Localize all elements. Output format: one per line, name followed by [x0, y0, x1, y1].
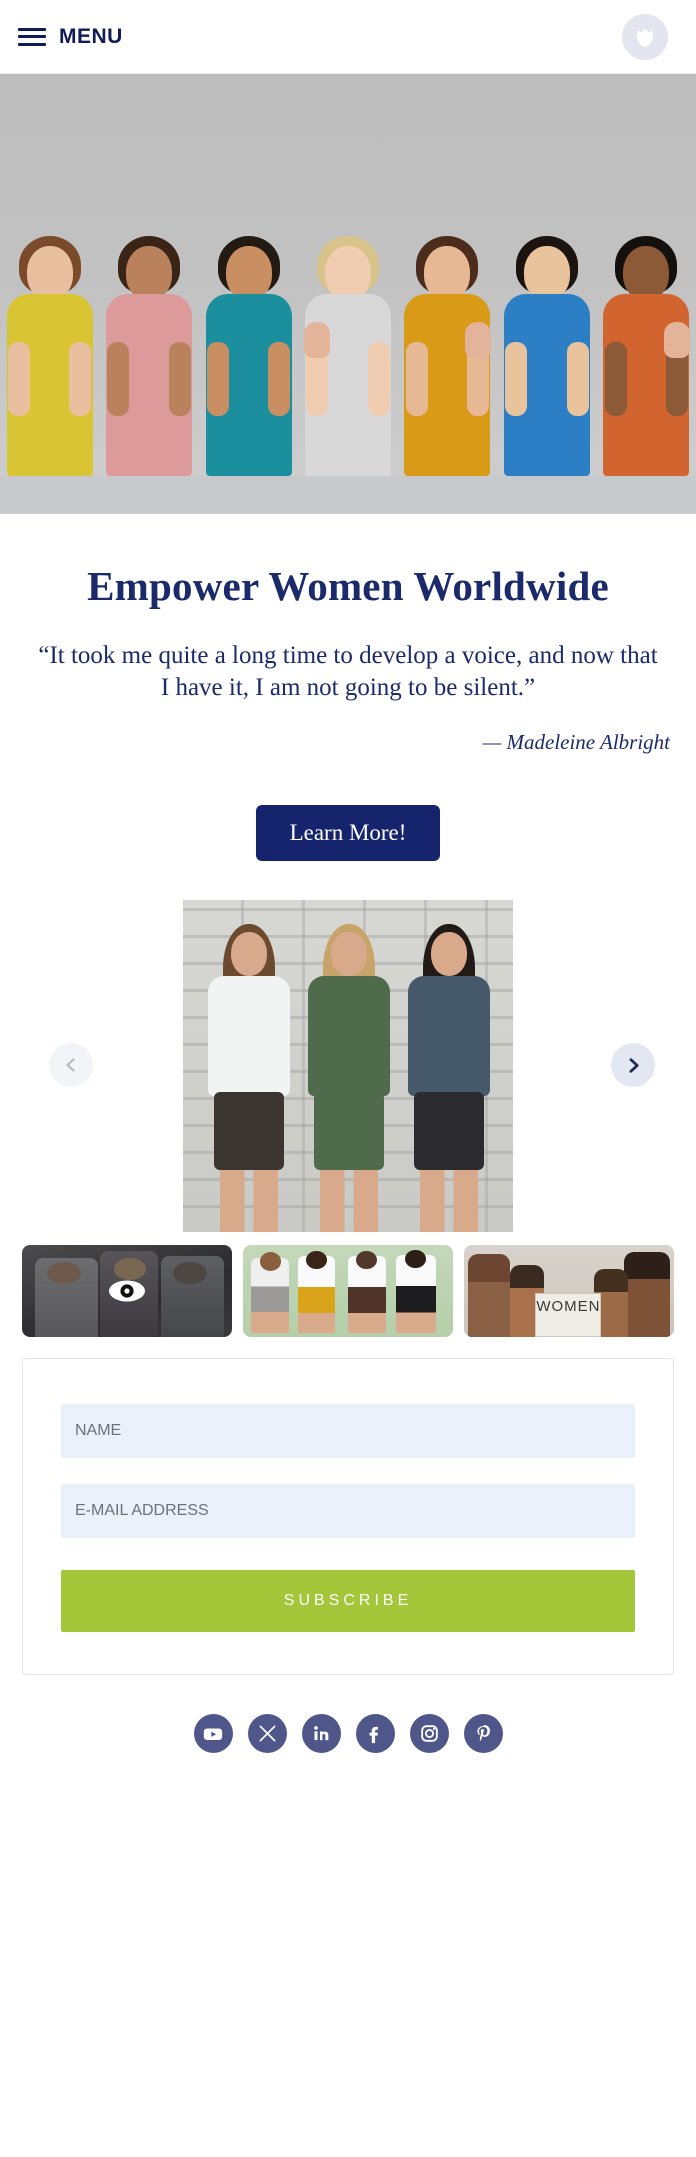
- carousel-subject: [301, 924, 397, 1232]
- page-title: Empower Women Worldwide: [87, 563, 609, 609]
- carousel-thumbnail-2[interactable]: [243, 1245, 453, 1337]
- hero-banner-image: [0, 74, 696, 514]
- chevron-right-icon: [628, 1057, 639, 1073]
- carousel-next-button[interactable]: [611, 1043, 655, 1087]
- carousel-subject: [401, 924, 497, 1232]
- hero-person: [298, 236, 397, 476]
- protest-sign-text: WOMEN: [536, 1298, 601, 1315]
- pinterest-icon[interactable]: [463, 1714, 503, 1753]
- name-input[interactable]: [61, 1404, 635, 1458]
- hero-floor: [0, 476, 696, 514]
- facebook-icon[interactable]: [355, 1714, 395, 1753]
- subscribe-form-card: SUBSCRIBE: [22, 1358, 674, 1675]
- carousel-thumbnail-3[interactable]: WOMEN: [464, 1245, 674, 1337]
- carousel-subject: [201, 924, 297, 1232]
- carousel-main-image[interactable]: [183, 900, 513, 1232]
- hero-person: [597, 236, 696, 476]
- chevron-left-icon: [66, 1058, 75, 1072]
- instagram-icon[interactable]: [409, 1714, 449, 1753]
- carousel-thumbnail-1[interactable]: [22, 1245, 232, 1337]
- protest-sign: WOMEN: [535, 1293, 602, 1337]
- hero-person: [0, 236, 99, 476]
- brand-crown-logo-icon[interactable]: [622, 13, 668, 60]
- hero-person: [99, 236, 198, 476]
- main-content: Empower Women Worldwide “It took me quit…: [0, 562, 696, 1809]
- hero-person: [199, 236, 298, 476]
- image-carousel: [14, 900, 682, 1232]
- learn-more-button[interactable]: Learn More!: [255, 805, 441, 861]
- subscribe-button[interactable]: SUBSCRIBE: [61, 1570, 635, 1632]
- email-input[interactable]: [61, 1484, 635, 1538]
- menu-label: MENU: [59, 24, 123, 48]
- hamburger-menu-icon[interactable]: [18, 27, 46, 47]
- site-header: MENU: [0, 0, 696, 74]
- hero-quote: “It took me quite a long time to develop…: [38, 642, 658, 701]
- carousel-thumbnail-strip: WOMEN: [14, 1245, 682, 1337]
- social-links: [14, 1714, 682, 1809]
- cta-container: Learn More!: [14, 805, 682, 861]
- quote-attribution: — Madeleine Albright: [482, 730, 670, 754]
- x-twitter-icon[interactable]: [247, 1714, 287, 1753]
- carousel-prev-button[interactable]: [49, 1043, 93, 1087]
- linkedin-icon[interactable]: [301, 1714, 341, 1753]
- hero-people-group: [0, 236, 696, 476]
- menu-button[interactable]: MENU: [18, 25, 123, 49]
- youtube-icon[interactable]: [193, 1714, 233, 1753]
- eye-icon: [108, 1279, 146, 1303]
- hero-person: [398, 236, 497, 476]
- hero-person: [497, 236, 596, 476]
